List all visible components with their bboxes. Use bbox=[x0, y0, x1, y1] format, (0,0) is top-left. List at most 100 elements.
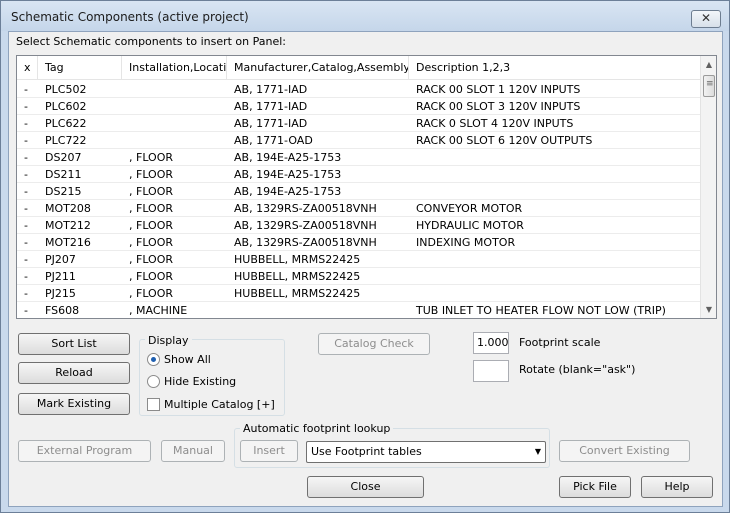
cell-x: - bbox=[24, 134, 28, 147]
table-row[interactable]: - DS211 , FLOOR AB, 194E-A25-1753 bbox=[17, 166, 700, 183]
reload-button[interactable]: Reload bbox=[18, 362, 130, 384]
cell-description bbox=[409, 183, 700, 200]
cell-installation-location: , FLOOR bbox=[129, 219, 174, 232]
close-window-button[interactable]: ✕ bbox=[691, 10, 721, 28]
footprint-lookup-selected-value: Use Footprint tables bbox=[311, 445, 422, 458]
help-button[interactable]: Help bbox=[641, 476, 713, 498]
cell-installation-location: , FLOOR bbox=[129, 151, 174, 164]
table-row[interactable]: - MOT208 , FLOOR AB, 1329RS-ZA00518VNH CONVE… bbox=[17, 200, 700, 217]
cell-description: RACK 00 SLOT 1 120V INPUTS bbox=[416, 83, 581, 96]
cell-x: - bbox=[24, 270, 28, 283]
catalog-check-button[interactable]: Catalog Check bbox=[318, 333, 430, 355]
table-row[interactable]: - MOT216 , FLOOR AB, 1329RS-ZA00518VNH INDEX… bbox=[17, 234, 700, 251]
table-row[interactable]: - DS207 , FLOOR AB, 194E-A25-1753 bbox=[17, 149, 700, 166]
pick-file-button[interactable]: Pick File bbox=[559, 476, 631, 498]
table-row[interactable]: - MOT212 , FLOOR AB, 1329RS-ZA00518VNH HYDRA… bbox=[17, 217, 700, 234]
cell-installation-location bbox=[122, 132, 227, 149]
external-program-button[interactable]: External Program bbox=[18, 440, 151, 462]
multiple-catalog-checkbox[interactable] bbox=[147, 398, 160, 411]
cell-tag: PLC502 bbox=[45, 83, 87, 96]
cell-x: - bbox=[24, 100, 28, 113]
manual-button[interactable]: Manual bbox=[161, 440, 225, 462]
column-header-x[interactable]: x bbox=[17, 56, 38, 80]
footprint-scale-input[interactable]: 1.000 bbox=[473, 332, 509, 354]
cell-description bbox=[409, 149, 700, 166]
cell-installation-location: , FLOOR bbox=[129, 185, 174, 198]
cell-description: RACK 00 SLOT 3 120V INPUTS bbox=[416, 100, 581, 113]
cell-x: - bbox=[24, 253, 28, 266]
column-header-tag[interactable]: Tag bbox=[38, 56, 122, 80]
cell-tag: DS211 bbox=[45, 168, 82, 181]
cell-tag: MOT216 bbox=[45, 236, 91, 249]
cell-installation-location: , FLOOR bbox=[129, 202, 174, 215]
cell-installation-location: , MACHINE bbox=[129, 304, 188, 317]
title-bar: Schematic Components (active project) ✕ bbox=[1, 1, 729, 31]
table-row[interactable]: - PLC502 AB, 1771-IAD RACK 00 SLOT 1 120V I… bbox=[17, 81, 700, 98]
cell-description: RACK 0 SLOT 4 120V INPUTS bbox=[416, 117, 574, 130]
cell-description: TUB INLET TO HEATER FLOW NOT LOW (TRIP) bbox=[416, 304, 666, 317]
cell-x: - bbox=[24, 236, 28, 249]
footprint-lookup-group-label: Automatic footprint lookup bbox=[240, 422, 394, 435]
table-row[interactable]: - DS215 , FLOOR AB, 194E-A25-1753 bbox=[17, 183, 700, 200]
table-row[interactable]: - PLC622 AB, 1771-IAD RACK 0 SLOT 4 120V IN… bbox=[17, 115, 700, 132]
cell-description bbox=[409, 285, 700, 302]
cell-tag: MOT208 bbox=[45, 202, 91, 215]
cell-x: - bbox=[24, 287, 28, 300]
cell-tag: DS215 bbox=[45, 185, 82, 198]
schematic-components-dialog: Schematic Components (active project) ✕ … bbox=[0, 0, 730, 513]
cell-description: CONVEYOR MOTOR bbox=[416, 202, 523, 215]
footprint-lookup-select[interactable]: Use Footprint tables ▼ bbox=[306, 441, 546, 463]
scroll-thumb[interactable] bbox=[703, 75, 715, 97]
column-header-manufacturer-catalog[interactable]: Manufacturer,Catalog,Assembly bbox=[227, 56, 409, 80]
cell-installation-location: , FLOOR bbox=[129, 253, 174, 266]
table-row[interactable]: - FS608 , MACHINE TUB INLET TO HEATER FLOW … bbox=[17, 302, 700, 318]
close-button[interactable]: Close bbox=[307, 476, 424, 498]
cell-manufacturer-catalog: AB, 1771-OAD bbox=[234, 134, 313, 147]
cell-tag: FS608 bbox=[45, 304, 80, 317]
cell-installation-location bbox=[122, 115, 227, 132]
cell-description bbox=[409, 166, 700, 183]
cell-tag: PJ211 bbox=[45, 270, 76, 283]
instructions-label: Select Schematic components to insert on… bbox=[16, 35, 287, 48]
scroll-down-arrow-icon[interactable]: ▼ bbox=[701, 301, 716, 318]
dropdown-arrow-icon: ▼ bbox=[534, 447, 541, 456]
list-rows: - PLC502 AB, 1771-IAD RACK 00 SLOT 1 120V I… bbox=[17, 81, 700, 318]
hide-existing-radio[interactable] bbox=[147, 375, 160, 388]
column-header-description[interactable]: Description 1,2,3 bbox=[409, 56, 700, 80]
scroll-up-arrow-icon[interactable]: ▲ bbox=[701, 56, 716, 73]
sort-list-button[interactable]: Sort List bbox=[18, 333, 130, 355]
cell-x: - bbox=[24, 83, 28, 96]
cell-description: INDEXING MOTOR bbox=[416, 236, 516, 249]
table-row[interactable]: - PJ207 , FLOOR HUBBELL, MRMS22425 bbox=[17, 251, 700, 268]
cell-manufacturer-catalog: AB, 1329RS-ZA00518VNH bbox=[234, 236, 377, 249]
hide-existing-label[interactable]: Hide Existing bbox=[164, 375, 236, 388]
cell-installation-location: , FLOOR bbox=[129, 287, 174, 300]
rotate-input[interactable] bbox=[473, 360, 509, 382]
cell-x: - bbox=[24, 117, 28, 130]
convert-existing-button[interactable]: Convert Existing bbox=[559, 440, 690, 462]
cell-manufacturer-catalog: AB, 194E-A25-1753 bbox=[234, 151, 342, 164]
cell-description bbox=[409, 268, 700, 285]
cell-installation-location bbox=[122, 81, 227, 98]
components-list[interactable]: x Tag Installation,Location Manufacturer… bbox=[16, 55, 717, 319]
mark-existing-button[interactable]: Mark Existing bbox=[18, 393, 130, 415]
cell-installation-location: , FLOOR bbox=[129, 168, 174, 181]
list-header: x Tag Installation,Location Manufacturer… bbox=[17, 56, 700, 80]
cell-manufacturer-catalog: AB, 194E-A25-1753 bbox=[234, 168, 342, 181]
cell-manufacturer-catalog bbox=[227, 302, 409, 318]
multiple-catalog-label[interactable]: Multiple Catalog [+] bbox=[164, 398, 275, 411]
display-group-label: Display bbox=[145, 334, 192, 347]
table-row[interactable]: - PLC722 AB, 1771-OAD RACK 00 SLOT 6 120V O… bbox=[17, 132, 700, 149]
footprint-scale-label: Footprint scale bbox=[519, 336, 601, 349]
show-all-label[interactable]: Show All bbox=[164, 353, 211, 366]
table-row[interactable]: - PLC602 AB, 1771-IAD RACK 00 SLOT 3 120V I… bbox=[17, 98, 700, 115]
table-row[interactable]: - PJ211 , FLOOR HUBBELL, MRMS22425 bbox=[17, 268, 700, 285]
cell-tag: PLC602 bbox=[45, 100, 87, 113]
vertical-scrollbar[interactable]: ▲ ▼ bbox=[700, 56, 716, 318]
insert-button[interactable]: Insert bbox=[240, 440, 298, 462]
table-row[interactable]: - PJ215 , FLOOR HUBBELL, MRMS22425 bbox=[17, 285, 700, 302]
column-header-installation-location[interactable]: Installation,Location bbox=[122, 56, 227, 80]
show-all-radio[interactable] bbox=[147, 353, 160, 366]
cell-tag: PLC722 bbox=[45, 134, 87, 147]
cell-tag: DS207 bbox=[45, 151, 82, 164]
